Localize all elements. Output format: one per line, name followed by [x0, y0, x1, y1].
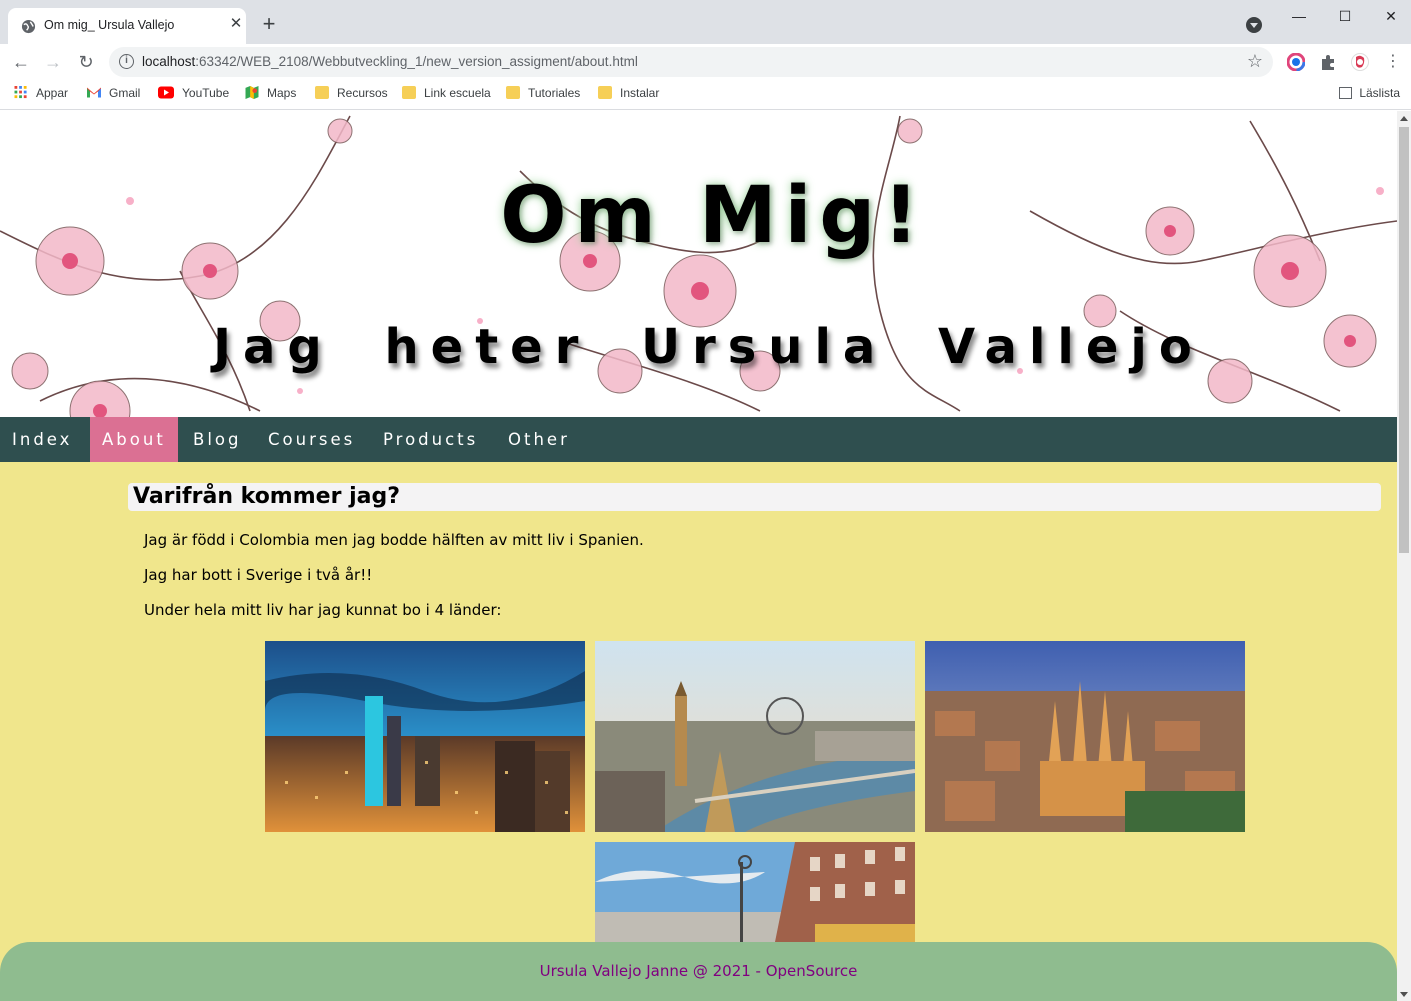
main-navigation: Index About Blog Courses Products Other	[0, 417, 1397, 462]
bookmark-label: Recursos	[337, 86, 388, 100]
browser-toolbar: ← → ↻ i localhost:63342/WEB_2108/Webbutv…	[0, 44, 1411, 80]
color-extension-icon[interactable]	[1287, 53, 1305, 71]
photo-london	[595, 641, 915, 832]
reading-list-button[interactable]: Läslista	[1339, 86, 1400, 100]
globe-icon	[21, 19, 36, 34]
bookmark-folder-tutoriales[interactable]: Tutoriales	[506, 86, 580, 104]
maximize-icon[interactable]: ☐	[1334, 6, 1356, 26]
page-footer: Ursula Vallejo Janne @ 2021 - OpenSource	[0, 942, 1397, 1001]
nav-other[interactable]: Other	[496, 417, 582, 462]
bookmark-label: Maps	[267, 86, 297, 100]
close-tab-icon[interactable]: ✕	[228, 16, 244, 32]
nav-about[interactable]: About	[90, 417, 178, 462]
reading-list-icon	[1339, 87, 1353, 99]
photo-barcelona	[925, 641, 1245, 832]
section-heading-box: Varifrån kommer jag?	[128, 483, 1381, 511]
hero-banner: Om Mig! Jag heter Ursula Vallejo	[0, 111, 1397, 417]
folder-icon	[506, 86, 520, 99]
close-window-icon[interactable]: ✕	[1380, 6, 1402, 26]
bookmark-star-icon[interactable]: ☆	[1247, 51, 1263, 72]
section-heading: Varifrån kommer jag?	[133, 484, 400, 509]
gmail-icon	[87, 87, 101, 98]
url-text: localhost:63342/WEB_2108/Webbutveckling_…	[142, 54, 638, 69]
tab-title: Om mig_ Ursula Vallejo	[44, 18, 175, 32]
bookmark-label: Tutoriales	[528, 86, 581, 100]
bookmark-label: Link escuela	[424, 86, 491, 100]
reading-list-label: Läslista	[1359, 86, 1400, 100]
bookmark-label: YouTube	[182, 86, 230, 100]
paragraph-sweden: Jag har bott i Sverige i två år!!	[144, 566, 373, 584]
paragraph-birthplace: Jag är född i Colombia men jag bodde häl…	[144, 531, 644, 549]
scroll-down-arrow-icon[interactable]	[1400, 992, 1408, 997]
bookmark-label: Instalar	[620, 86, 660, 100]
apps-grid-icon	[14, 86, 27, 99]
bookmark-apps[interactable]: Appar	[14, 86, 68, 104]
address-bar[interactable]: i localhost:63342/WEB_2108/Webbutvecklin…	[109, 47, 1273, 77]
bookmark-folder-link-escuela[interactable]: Link escuela	[402, 86, 491, 104]
forward-icon[interactable]: →	[41, 50, 65, 74]
nav-courses[interactable]: Courses	[256, 417, 367, 462]
bookmark-maps[interactable]: Maps	[245, 86, 296, 104]
page-viewport: Om Mig! Jag heter Ursula Vallejo Index A…	[0, 111, 1397, 1001]
nav-blog[interactable]: Blog	[181, 417, 253, 462]
paragraph-countries: Under hela mitt liv har jag kunnat bo i …	[144, 601, 502, 619]
vertical-scrollbar[interactable]	[1397, 111, 1411, 1001]
scroll-up-arrow-icon[interactable]	[1400, 116, 1408, 121]
tab-strip: Om mig_ Ursula Vallejo ✕ + — ☐ ✕	[0, 0, 1411, 44]
folder-icon	[598, 86, 612, 99]
bookmark-folder-recursos[interactable]: Recursos	[315, 86, 388, 104]
new-tab-button[interactable]: +	[258, 13, 280, 36]
menu-kebab-icon[interactable]: ⋮	[1381, 50, 1405, 74]
extensions-puzzle-icon[interactable]	[1319, 53, 1337, 71]
youtube-icon	[158, 86, 174, 99]
bookmarks-bar: Appar Gmail YouTube Maps Recursos Link e…	[0, 80, 1411, 110]
bookmark-youtube[interactable]: YouTube	[158, 86, 229, 104]
folder-icon	[402, 86, 416, 99]
photo-stockholm	[595, 842, 915, 942]
hero-subtitle: Jag heter Ursula Vallejo	[213, 319, 1204, 375]
url-path: :63342/WEB_2108/Webbutveckling_1/new_ver…	[195, 54, 638, 69]
nav-index[interactable]: Index	[0, 417, 84, 462]
scrollbar-thumb[interactable]	[1399, 127, 1409, 553]
bookmark-label: Appar	[36, 86, 69, 100]
bookmark-folder-instalar[interactable]: Instalar	[598, 86, 659, 104]
site-info-icon[interactable]: i	[119, 54, 134, 69]
back-icon[interactable]: ←	[9, 50, 33, 74]
reload-icon[interactable]: ↻	[74, 50, 98, 74]
hero-title: Om Mig!	[500, 171, 927, 261]
folder-icon	[315, 86, 329, 99]
bookmark-gmail[interactable]: Gmail	[87, 86, 140, 104]
bookmark-label: Gmail	[109, 86, 141, 100]
minimize-icon[interactable]: —	[1288, 6, 1310, 26]
url-host: localhost	[142, 54, 196, 69]
profile-avatar[interactable]	[1351, 53, 1369, 71]
maps-icon	[245, 86, 259, 99]
photo-bogota-skyline	[265, 641, 585, 832]
browser-tab[interactable]: Om mig_ Ursula Vallejo ✕	[8, 8, 246, 44]
nav-products[interactable]: Products	[371, 417, 490, 462]
tab-search-icon[interactable]	[1246, 17, 1262, 33]
footer-text: Ursula Vallejo Janne @ 2021 - OpenSource	[539, 962, 858, 980]
